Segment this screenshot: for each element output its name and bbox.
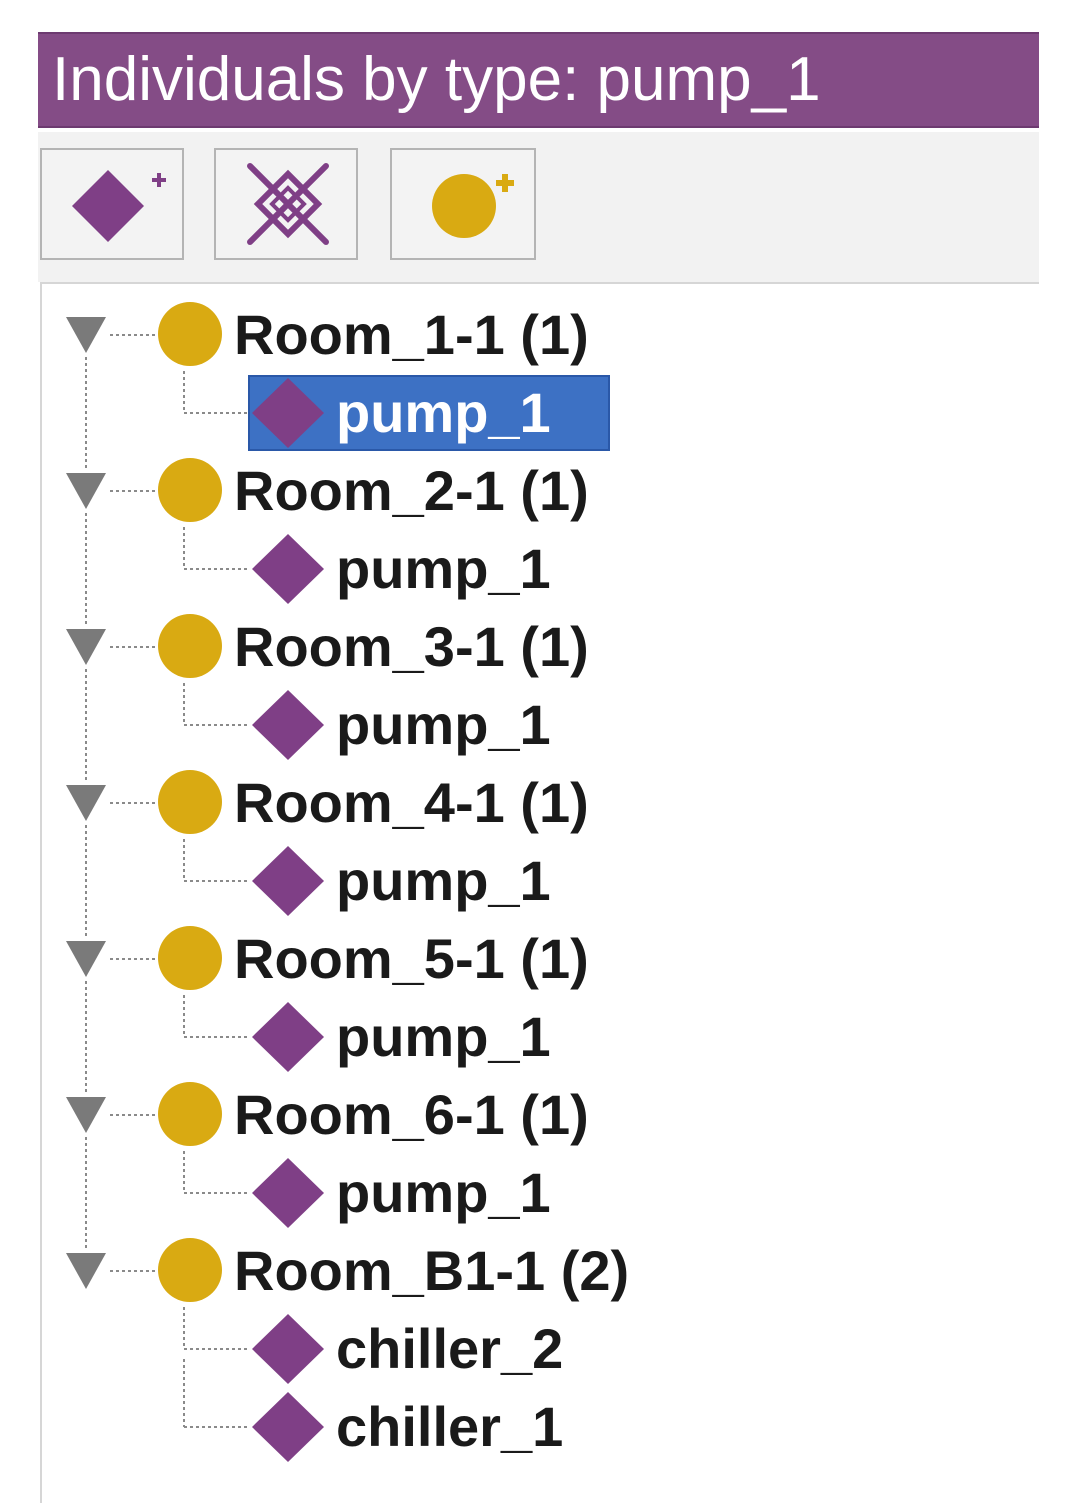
individual-diamond-icon	[250, 1000, 326, 1074]
tree-expander-icon[interactable]	[64, 1095, 108, 1140]
add-class-button[interactable]	[390, 148, 536, 260]
individual-diamond-icon	[250, 1390, 326, 1464]
class-circle-icon	[156, 1078, 224, 1152]
panel-header: Individuals by type: pump_1	[38, 32, 1039, 128]
individuals-tree[interactable]: Room_1-1 (1) pump_1 Room_2-1 (1) pump_1 Room…	[40, 282, 1039, 1503]
tree-class-node[interactable]: Room_4-1 (1)	[156, 766, 589, 840]
individual-diamond-icon	[250, 1312, 326, 1386]
class-circle-icon	[156, 610, 224, 684]
individual-node-label: pump_1	[336, 849, 551, 912]
class-node-label: Room_1-1 (1)	[234, 303, 589, 366]
tree-individual-node[interactable]: pump_1	[250, 844, 551, 918]
tree-individual-node[interactable]: pump_1	[250, 688, 551, 762]
class-node-label: Room_2-1 (1)	[234, 459, 589, 522]
delete-individual-button[interactable]	[214, 148, 358, 260]
tree-class-node[interactable]: Room_3-1 (1)	[156, 610, 589, 684]
tree-individual-node[interactable]: pump_1	[250, 1156, 551, 1230]
add-individual-button[interactable]	[40, 148, 184, 260]
class-node-label: Room_B1-1 (2)	[234, 1239, 630, 1302]
circle-plus-icon	[432, 174, 514, 238]
tree-individual-node[interactable]: pump_1	[250, 1000, 551, 1074]
diamond-cross-icon	[247, 163, 329, 245]
tree-individual-node[interactable]: chiller_1	[250, 1390, 563, 1464]
tree-expander-icon[interactable]	[64, 783, 108, 828]
individual-node-label: pump_1	[336, 1005, 551, 1068]
toolbar	[38, 132, 1039, 282]
tree-expander-icon[interactable]	[64, 1251, 108, 1296]
individual-node-label: pump_1	[336, 693, 551, 756]
individual-diamond-icon	[250, 688, 326, 762]
individual-diamond-icon	[250, 532, 326, 606]
class-circle-icon	[156, 454, 224, 528]
class-node-label: Room_4-1 (1)	[234, 771, 589, 834]
tree-expander-icon[interactable]	[64, 939, 108, 984]
class-circle-icon	[156, 922, 224, 996]
tree-expander-icon[interactable]	[64, 315, 108, 360]
individual-node-label: pump_1	[336, 381, 551, 444]
class-node-label: Room_3-1 (1)	[234, 615, 589, 678]
individual-diamond-icon	[250, 1156, 326, 1230]
individual-node-label: chiller_1	[336, 1395, 564, 1458]
individual-node-label: pump_1	[336, 1161, 551, 1224]
individual-diamond-icon	[250, 376, 326, 450]
tree-class-node[interactable]: Room_6-1 (1)	[156, 1078, 589, 1152]
individual-node-label: pump_1	[336, 537, 551, 600]
diamond-plus-icon	[72, 170, 166, 242]
individuals-panel: Individuals by type: pump_1 Room_1-1 (1)…	[38, 28, 1039, 1503]
class-node-label: Room_6-1 (1)	[234, 1083, 589, 1146]
class-circle-icon	[156, 1234, 224, 1308]
tree-individual-node[interactable]: chiller_2	[250, 1312, 563, 1386]
tree-expander-icon[interactable]	[64, 627, 108, 672]
tree-class-node[interactable]: Room_5-1 (1)	[156, 922, 589, 996]
tree-class-node[interactable]: Room_B1-1 (2)	[156, 1234, 629, 1308]
tree-class-node[interactable]: Room_1-1 (1)	[156, 298, 589, 372]
tree-expander-icon[interactable]	[64, 471, 108, 516]
individual-diamond-icon	[250, 844, 326, 918]
tree-class-node[interactable]: Room_2-1 (1)	[156, 454, 589, 528]
panel-title: Individuals by type: pump_1	[52, 45, 821, 114]
class-circle-icon	[156, 298, 224, 372]
class-node-label: Room_5-1 (1)	[234, 927, 589, 990]
tree-individual-node[interactable]: pump_1	[248, 375, 610, 451]
class-circle-icon	[156, 766, 224, 840]
individual-node-label: chiller_2	[336, 1317, 564, 1380]
tree-individual-node[interactable]: pump_1	[250, 532, 551, 606]
